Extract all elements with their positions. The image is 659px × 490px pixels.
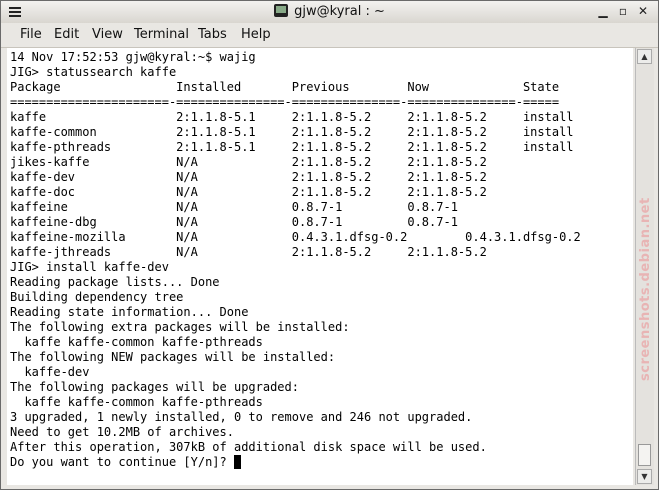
text-cursor: [233, 455, 241, 469]
menu-bar: File Edit View Terminal Tabs Help: [1, 23, 658, 48]
terminal-line: kaffeine N/A 0.8.7-1 0.8.7-1: [10, 200, 458, 214]
terminal-line: JIG> statussearch kaffe: [10, 65, 177, 79]
terminal-line: kaffe-dev N/A 2:1.1.8-5.2 2:1.1.8-5.2: [10, 170, 487, 184]
minimize-icon[interactable]: ▁: [595, 4, 611, 19]
terminal-line: The following extra packages will be ins…: [10, 320, 350, 334]
terminal-text: 14 Nov 17:52:53 gjw@kyral:~$ wajig JIG> s…: [7, 48, 633, 470]
terminal-line: ======================-===============-=…: [10, 95, 560, 109]
window-title: gjw@kyral : ~: [294, 4, 385, 19]
terminal-line: jikes-kaffe N/A 2:1.1.8-5.2 2:1.1.8-5.2: [10, 155, 487, 169]
terminal-line: Need to get 10.2MB of archives.: [10, 425, 234, 439]
terminal-line: Reading package lists... Done: [10, 275, 220, 289]
terminal-line: 14 Nov 17:52:53 gjw@kyral:~$ wajig: [10, 50, 256, 64]
watermark: screenshots.debian.net: [638, 197, 653, 381]
terminal-line: JIG> install kaffe-dev: [10, 260, 169, 274]
terminal-line: kaffe kaffe-common kaffe-pthreads: [10, 335, 263, 349]
terminal-line: kaffe-jthreads N/A 2:1.1.8-5.2 2:1.1.8-5…: [10, 245, 487, 259]
window-title-container: gjw@kyral : ~: [1, 4, 658, 19]
terminal-icon: [274, 4, 289, 17]
menu-file[interactable]: File: [20, 27, 42, 42]
terminal-line: After this operation, 307kB of additiona…: [10, 440, 487, 454]
terminal-line: kaffeine-dbg N/A 0.8.7-1 0.8.7-1: [10, 215, 458, 229]
menu-help[interactable]: Help: [241, 27, 271, 42]
menu-tabs[interactable]: Tabs: [198, 27, 227, 42]
close-icon[interactable]: ✕: [635, 4, 651, 19]
terminal-line: kaffe kaffe-common kaffe-pthreads: [10, 395, 263, 409]
terminal-line: kaffe-dev: [10, 365, 90, 379]
scrollbar-thumb[interactable]: [638, 444, 651, 466]
terminal-line: kaffe-common 2:1.1.8-5.1 2:1.1.8-5.2 2:1…: [10, 125, 574, 139]
menu-terminal[interactable]: Terminal: [134, 27, 189, 42]
terminal-line: 3 upgraded, 1 newly installed, 0 to remo…: [10, 410, 473, 424]
terminal-line: Do you want to continue [Y/n]?: [10, 455, 633, 470]
terminal-line: kaffe-pthreads 2:1.1.8-5.1 2:1.1.8-5.2 2…: [10, 140, 574, 154]
title-bar[interactable]: gjw@kyral : ~ ▁ ▫ ✕: [1, 1, 658, 24]
maximize-icon[interactable]: ▫: [615, 4, 631, 19]
menu-edit[interactable]: Edit: [54, 27, 79, 42]
terminal-line: kaffeine-mozilla N/A 0.4.3.1.dfsg-0.2 0.…: [10, 230, 581, 244]
menu-view[interactable]: View: [92, 27, 123, 42]
terminal-line: kaffe-doc N/A 2:1.1.8-5.2 2:1.1.8-5.2: [10, 185, 487, 199]
terminal-line: Building dependency tree: [10, 290, 184, 304]
scroll-down-icon[interactable]: ▼: [637, 469, 652, 484]
terminal-line: The following NEW packages will be insta…: [10, 350, 336, 364]
terminal-window: gjw@kyral : ~ ▁ ▫ ✕ File Edit View Termi…: [0, 0, 659, 490]
scroll-up-icon[interactable]: ▲: [637, 49, 652, 64]
terminal-line: The following packages will be upgraded:: [10, 380, 299, 394]
terminal-line: Reading state information... Done: [10, 305, 249, 319]
terminal-line: Package Installed Previous Now State: [10, 80, 560, 94]
terminal-output[interactable]: 14 Nov 17:52:53 gjw@kyral:~$ wajig JIG> s…: [7, 48, 633, 485]
terminal-line: kaffe 2:1.1.8-5.1 2:1.1.8-5.2 2:1.1.8-5.…: [10, 110, 574, 124]
